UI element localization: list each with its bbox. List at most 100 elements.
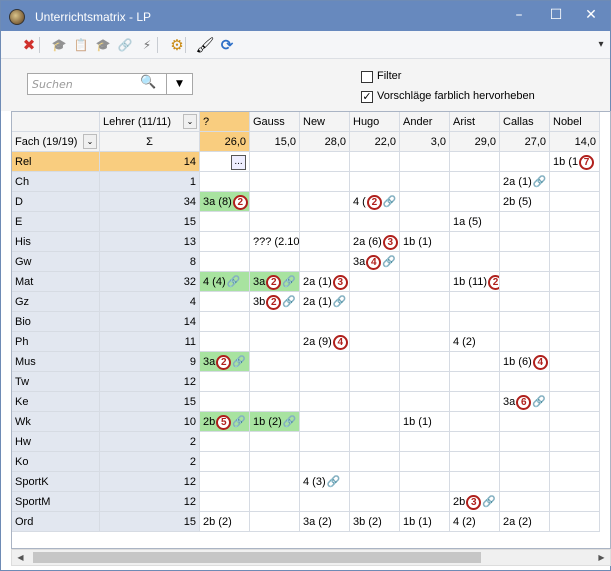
matrix-cell[interactable]: 2a (1)🔗: [300, 292, 350, 312]
matrix-cell[interactable]: ...: [200, 152, 250, 172]
matrix-cell[interactable]: [250, 212, 300, 232]
matrix-cell[interactable]: [450, 252, 500, 272]
subject-cell[interactable]: Rel: [12, 152, 100, 172]
matrix-cell[interactable]: [350, 392, 400, 412]
suggestion-badge[interactable]: 4: [532, 354, 548, 370]
link-icon[interactable]: 🔗: [232, 412, 246, 431]
matrix-cell[interactable]: [400, 272, 450, 292]
matrix-cell[interactable]: [300, 252, 350, 272]
matrix-cell[interactable]: [200, 172, 250, 192]
filter-checkbox[interactable]: [361, 71, 373, 83]
matrix-cell[interactable]: [550, 512, 600, 532]
matrix-cell[interactable]: [350, 172, 400, 192]
subject-cell[interactable]: Mus: [12, 352, 100, 372]
matrix-cell[interactable]: 3a 2 🔗: [200, 352, 250, 372]
matrix-cell[interactable]: [500, 312, 550, 332]
matrix-cell[interactable]: [350, 472, 400, 492]
matrix-cell[interactable]: [450, 152, 500, 172]
suggestion-badge[interactable]: 3: [332, 274, 348, 290]
minimize-button[interactable]: –: [509, 6, 529, 24]
matrix-cell[interactable]: [350, 332, 400, 352]
matrix-cell[interactable]: [500, 292, 550, 312]
matrix-cell[interactable]: [250, 392, 300, 412]
matrix-cell[interactable]: [200, 292, 250, 312]
matrix-cell[interactable]: [550, 472, 600, 492]
subject-cell[interactable]: Bio: [12, 312, 100, 332]
matrix-cell[interactable]: 3b 2 🔗: [250, 292, 300, 312]
matrix-cell[interactable]: 1b (1): [400, 412, 450, 432]
link-icon[interactable]: 🔗: [532, 392, 546, 411]
matrix-cell[interactable]: [550, 272, 600, 292]
matrix-cell[interactable]: [500, 492, 550, 512]
matrix-cell[interactable]: [400, 472, 450, 492]
matrix-cell[interactable]: [500, 252, 550, 272]
matrix-cell[interactable]: 2b 3 🔗: [450, 492, 500, 512]
matrix-cell[interactable]: 1a (5): [450, 212, 500, 232]
matrix-cell[interactable]: [500, 212, 550, 232]
matrix-cell[interactable]: [350, 212, 400, 232]
teacher-name-1[interactable]: Gauss: [250, 112, 300, 132]
suggestion-badge[interactable]: 4: [366, 254, 382, 270]
matrix-cell[interactable]: [200, 232, 250, 252]
maximize-button[interactable]: ☐: [546, 6, 566, 24]
pin-icon[interactable]: ▾: [591, 35, 611, 55]
matrix-cell[interactable]: [250, 492, 300, 512]
matrix-cell[interactable]: 3a (8) 2: [200, 192, 250, 212]
subject-cell[interactable]: Hw: [12, 432, 100, 452]
matrix-cell[interactable]: 2b (5): [500, 192, 550, 212]
matrix-cell[interactable]: [350, 372, 400, 392]
matrix-cell[interactable]: [550, 212, 600, 232]
matrix-cell[interactable]: 2a (1) 3: [300, 272, 350, 292]
matrix-cell[interactable]: 4 (4)🔗: [200, 272, 250, 292]
matrix-cell[interactable]: [550, 452, 600, 472]
matrix-cell[interactable]: 1b (2)🔗: [250, 412, 300, 432]
subject-cell[interactable]: Tw: [12, 372, 100, 392]
matrix-cell[interactable]: [300, 432, 350, 452]
matrix-cell[interactable]: [200, 212, 250, 232]
subject-cell[interactable]: Ke: [12, 392, 100, 412]
matrix-cell[interactable]: [550, 372, 600, 392]
search-icon[interactable]: 🔍: [140, 75, 156, 90]
subject-cell[interactable]: Ph: [12, 332, 100, 352]
matrix-cell[interactable]: [350, 152, 400, 172]
scroll-left-icon[interactable]: ◀: [12, 550, 29, 565]
link-icon[interactable]: 🔗: [533, 172, 547, 191]
matrix-cell[interactable]: [250, 372, 300, 392]
matrix-cell[interactable]: [250, 152, 300, 172]
subject-cell[interactable]: SportM: [12, 492, 100, 512]
title-bar[interactable]: Unterrichtsmatrix - LP – ☐ ✕: [1, 1, 610, 31]
matrix-cell[interactable]: [300, 412, 350, 432]
matrix-cell[interactable]: [200, 332, 250, 352]
matrix-cell[interactable]: [250, 512, 300, 532]
matrix-cell[interactable]: [450, 372, 500, 392]
matrix-cell[interactable]: [250, 332, 300, 352]
subject-cell[interactable]: Wk: [12, 412, 100, 432]
matrix-cell[interactable]: 1b (11) 2: [450, 272, 500, 292]
matrix-cell[interactable]: [300, 392, 350, 412]
matrix-cell[interactable]: [350, 312, 400, 332]
matrix-cell[interactable]: 3a 6 🔗: [500, 392, 550, 412]
suggestion-badge[interactable]: 3: [466, 494, 482, 510]
teacher-hat-settings-icon[interactable]: 🎓: [93, 35, 113, 55]
matrix-cell[interactable]: [550, 492, 600, 512]
matrix-cell[interactable]: [250, 172, 300, 192]
matrix-cell[interactable]: [550, 192, 600, 212]
matrix-cell[interactable]: 4 (2 🔗: [350, 192, 400, 212]
search-box[interactable]: Suchen 🔍 ▼: [27, 73, 193, 95]
matrix-cell[interactable]: [300, 352, 350, 372]
matrix-cell[interactable]: 2a (2): [500, 512, 550, 532]
matrix-cell[interactable]: 2a (1)🔗: [500, 172, 550, 192]
matrix-cell[interactable]: [350, 272, 400, 292]
matrix-cell[interactable]: [300, 232, 350, 252]
matrix-cell[interactable]: [400, 432, 450, 452]
link-icon[interactable]: 🔗: [232, 352, 246, 371]
refresh-icon[interactable]: ⟳: [217, 35, 237, 55]
link-icon[interactable]: 🔗: [382, 252, 396, 271]
link-icon[interactable]: 🔗: [115, 35, 135, 55]
suggestion-badge[interactable]: 2: [216, 354, 232, 370]
matrix-cell[interactable]: [400, 192, 450, 212]
matrix-cell[interactable]: [250, 452, 300, 472]
matrix-cell[interactable]: [300, 452, 350, 472]
brush-icon[interactable]: 🖌: [195, 35, 215, 55]
subject-cell[interactable]: Ord: [12, 512, 100, 532]
